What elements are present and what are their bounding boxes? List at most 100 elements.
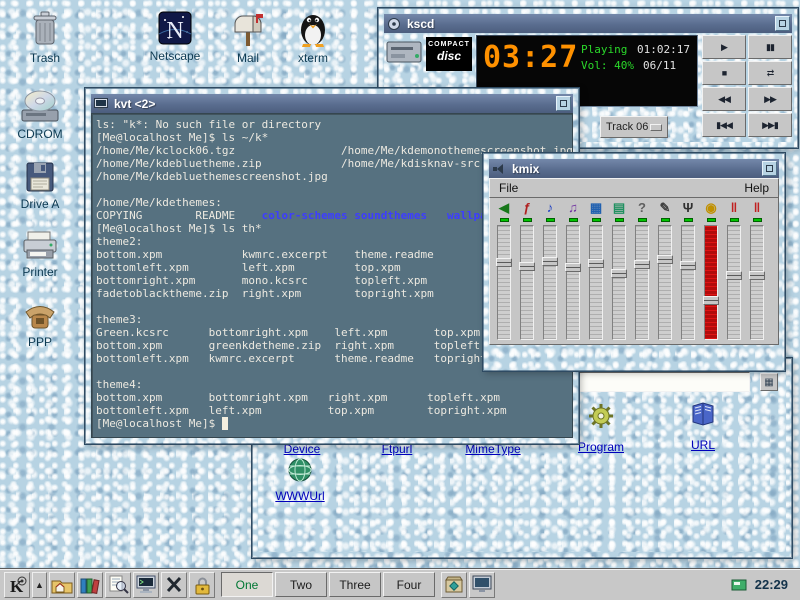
lcd-volume: Vol: 40% (581, 59, 634, 72)
channel-led[interactable] (661, 218, 670, 222)
window-title: kmix (508, 162, 762, 176)
mixer-channel-treble: ♪ (540, 200, 560, 340)
menu-file[interactable]: File (490, 181, 527, 195)
help-button[interactable] (77, 572, 103, 598)
maximize-button[interactable] (762, 161, 777, 176)
desktop-icon-ppp[interactable]: PPP (5, 298, 75, 349)
desktop-icon-cdrom[interactable]: CDROM (5, 88, 75, 141)
search-forward-button[interactable]: ▶▶ (748, 87, 792, 111)
location-button[interactable]: ▦ (760, 373, 778, 391)
track-selector[interactable]: Track 06 (600, 116, 668, 138)
template-label: Device (264, 442, 340, 456)
track-selector-label: Track 06 (606, 121, 648, 133)
k-menu-button[interactable]: K (4, 572, 30, 598)
grid-icon: ▦ (764, 377, 773, 388)
icon-label: Netscape (140, 49, 210, 63)
loop-button[interactable]: ⇄ (748, 61, 792, 85)
channel-led[interactable] (592, 218, 601, 222)
channel-slider[interactable] (681, 225, 695, 340)
channel-led[interactable] (638, 218, 647, 222)
maximize-button[interactable] (556, 96, 571, 111)
previous-track-button[interactable]: ▮◀◀ (702, 113, 746, 137)
pager-desktop-one[interactable]: One (221, 572, 273, 597)
stop-button[interactable]: ■ (702, 61, 746, 85)
cd-drive-icon (386, 38, 422, 68)
channel-led[interactable] (730, 218, 739, 222)
desktop-icon-netscape[interactable]: N Netscape (140, 10, 210, 63)
channel-led[interactable] (546, 218, 555, 222)
desktop-icon-xterm[interactable]: xterm (278, 8, 348, 65)
channel-slider[interactable] (727, 225, 741, 340)
channel-slider[interactable] (635, 225, 649, 340)
channel-led[interactable] (707, 218, 716, 222)
mixer-channel-record-right: ‖ (747, 200, 767, 340)
next-track-button[interactable]: ▶▶▮ (748, 113, 792, 137)
window-list-button[interactable]: ▲ (32, 572, 47, 598)
applet-icon[interactable] (729, 575, 749, 595)
kmix-window: kmix File Help ◀ƒ♪♫▦▤?✎Ψ◉‖‖ (483, 153, 785, 371)
kscd-titlebar[interactable]: kscd (384, 14, 792, 33)
lock-screen-button[interactable] (189, 572, 215, 598)
search-back-button[interactable]: ◀◀ (702, 87, 746, 111)
logout-button[interactable] (161, 572, 187, 598)
home-folder-button[interactable] (49, 572, 75, 598)
record-left-channel-icon: ‖ (725, 200, 743, 216)
kmix-channels: ◀ƒ♪♫▦▤?✎Ψ◉‖‖ (489, 198, 779, 345)
synth-channel-icon: ♫ (564, 200, 582, 216)
pager-desktop-four[interactable]: Four (383, 572, 435, 597)
icon-label: xterm (278, 51, 348, 65)
desktop-icon-mail[interactable]: Mail (213, 10, 283, 65)
cdrom-icon (20, 88, 60, 124)
kmix-titlebar[interactable]: kmix (489, 159, 779, 178)
template-item-wwwurl[interactable]: WWWUrl (262, 456, 338, 503)
channel-led[interactable] (753, 218, 762, 222)
pager-desktop-two[interactable]: Two (275, 572, 327, 597)
floppy-icon (23, 160, 57, 194)
lcd-total-time: 01:02:17 (637, 43, 690, 56)
icon-label: Mail (213, 51, 283, 65)
template-item-url[interactable]: URL (665, 400, 741, 452)
pager-desktop-three[interactable]: Three (329, 572, 381, 597)
display-button[interactable] (469, 572, 495, 598)
pause-button[interactable]: ▮▮ (748, 35, 792, 59)
channel-led[interactable] (615, 218, 624, 222)
channel-slider[interactable] (520, 225, 534, 340)
mixer-channel-cd: ◉ (701, 200, 721, 340)
telephone-icon (21, 298, 59, 332)
mailbox-icon (230, 10, 266, 48)
channel-led[interactable] (500, 218, 509, 222)
trash-icon (29, 10, 61, 48)
logo-text: disc (426, 49, 472, 63)
channel-slider[interactable] (497, 225, 511, 340)
channel-slider[interactable] (566, 225, 580, 340)
cd-icon (387, 17, 403, 30)
lcd-status: Playing (581, 43, 627, 56)
package-icon (443, 575, 465, 595)
channel-slider[interactable] (658, 225, 672, 340)
channel-led[interactable] (523, 218, 532, 222)
mixer-channel-bass: ƒ (517, 200, 537, 340)
treble-channel-icon: ♪ (541, 200, 559, 216)
channel-slider[interactable] (543, 225, 557, 340)
desktop-icon-printer[interactable]: Printer (5, 228, 75, 279)
template-label: MimeType (455, 442, 531, 456)
play-button[interactable]: ▶ (702, 35, 746, 59)
channel-slider[interactable] (704, 225, 718, 340)
menu-help[interactable]: Help (735, 181, 778, 195)
desktop-icon-drive-a[interactable]: Drive A (5, 160, 75, 211)
channel-slider[interactable] (612, 225, 626, 340)
combo-indicator (650, 124, 662, 131)
unknown-channel-icon: ? (633, 200, 651, 216)
channel-slider[interactable] (750, 225, 764, 340)
channel-led[interactable] (569, 218, 578, 222)
maximize-button[interactable] (775, 16, 790, 31)
find-files-button[interactable] (105, 572, 131, 598)
taskbar-clock: 22:29 (751, 577, 796, 592)
desktop-icon-trash[interactable]: Trash (10, 10, 80, 65)
channel-slider[interactable] (589, 225, 603, 340)
package-button[interactable] (441, 572, 467, 598)
kvt-titlebar[interactable]: kvt <2> (91, 94, 573, 113)
channel-led[interactable] (684, 218, 693, 222)
terminal-button[interactable] (133, 572, 159, 598)
record-right-channel-icon: ‖ (748, 200, 766, 216)
